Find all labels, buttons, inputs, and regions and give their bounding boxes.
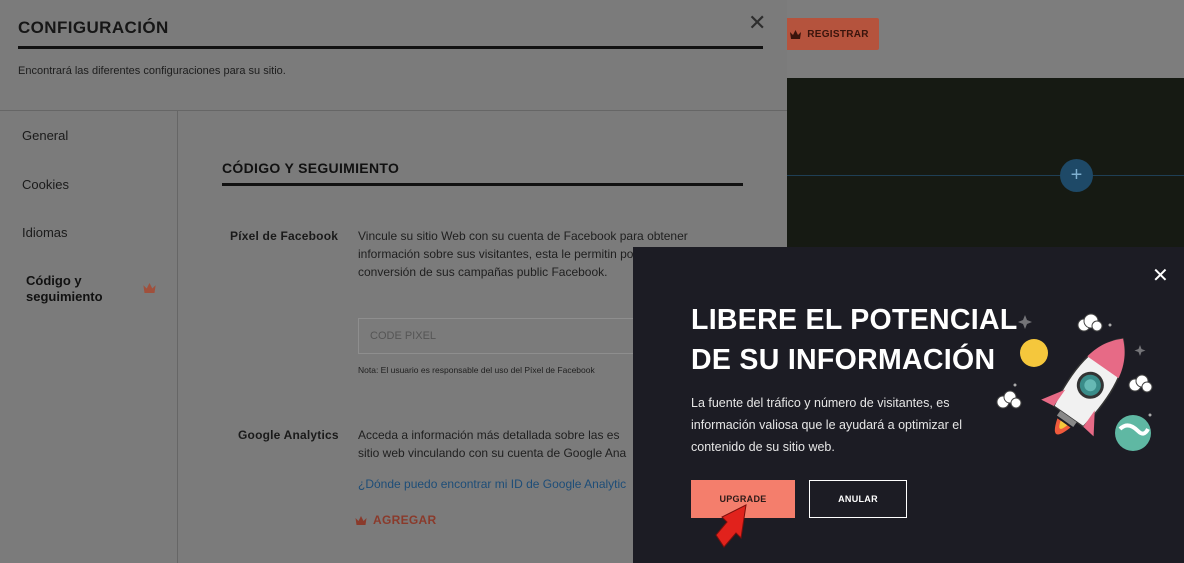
- register-label: REGISTRAR: [807, 28, 869, 40]
- section-divider: [787, 175, 1184, 176]
- analytics-help-link[interactable]: ¿Dónde puedo encontrar mi ID de Google A…: [358, 477, 626, 491]
- close-icon[interactable]: ✕: [748, 12, 766, 34]
- add-analytics-button[interactable]: AGREGAR: [355, 513, 436, 527]
- google-analytics-label: Google Analytics: [238, 428, 339, 442]
- sidebar-divider: [177, 111, 178, 563]
- google-analytics-description: Acceda a información más detallada sobre…: [358, 428, 627, 460]
- panel-description: Encontrará las diferentes configuracione…: [18, 65, 286, 77]
- modal-title: LIBERE EL POTENCIAL DE SU INFORMACIÓN: [691, 304, 1018, 376]
- sidebar-item-codigo[interactable]: Código y seguimiento: [26, 273, 136, 305]
- sidebar-item-idiomas[interactable]: Idiomas: [22, 225, 68, 240]
- add-section-button[interactable]: +: [1060, 159, 1093, 192]
- section-underline: [222, 183, 743, 186]
- rocket-illustration: [996, 313, 1153, 451]
- facebook-pixel-label: Píxel de Facebook: [230, 229, 339, 243]
- crown-icon: [355, 515, 367, 525]
- sidebar-item-general[interactable]: General: [22, 128, 68, 143]
- sidebar-item-cookies[interactable]: Cookies: [22, 177, 69, 192]
- pixel-code-input[interactable]: CODE PIXEL: [358, 318, 658, 354]
- add-label: AGREGAR: [373, 513, 437, 527]
- cursor-arrow-icon: [715, 504, 747, 548]
- title-underline: [18, 46, 763, 49]
- section-title: CÓDIGO Y SEGUIMIENTO: [222, 160, 400, 176]
- crown-icon: [143, 283, 156, 293]
- panel-title: CONFIGURACIÓN: [18, 18, 169, 37]
- register-button[interactable]: REGISTRAR: [780, 18, 879, 50]
- crown-icon: [790, 29, 802, 39]
- modal-close-icon[interactable]: ✕: [1152, 266, 1169, 286]
- pixel-note: Nota: El usuario es responsable del uso …: [358, 365, 595, 375]
- modal-description: La fuente del tráfico y número de visita…: [691, 396, 962, 454]
- panel-divider: [0, 110, 787, 111]
- cancel-button[interactable]: ANULAR: [809, 480, 907, 518]
